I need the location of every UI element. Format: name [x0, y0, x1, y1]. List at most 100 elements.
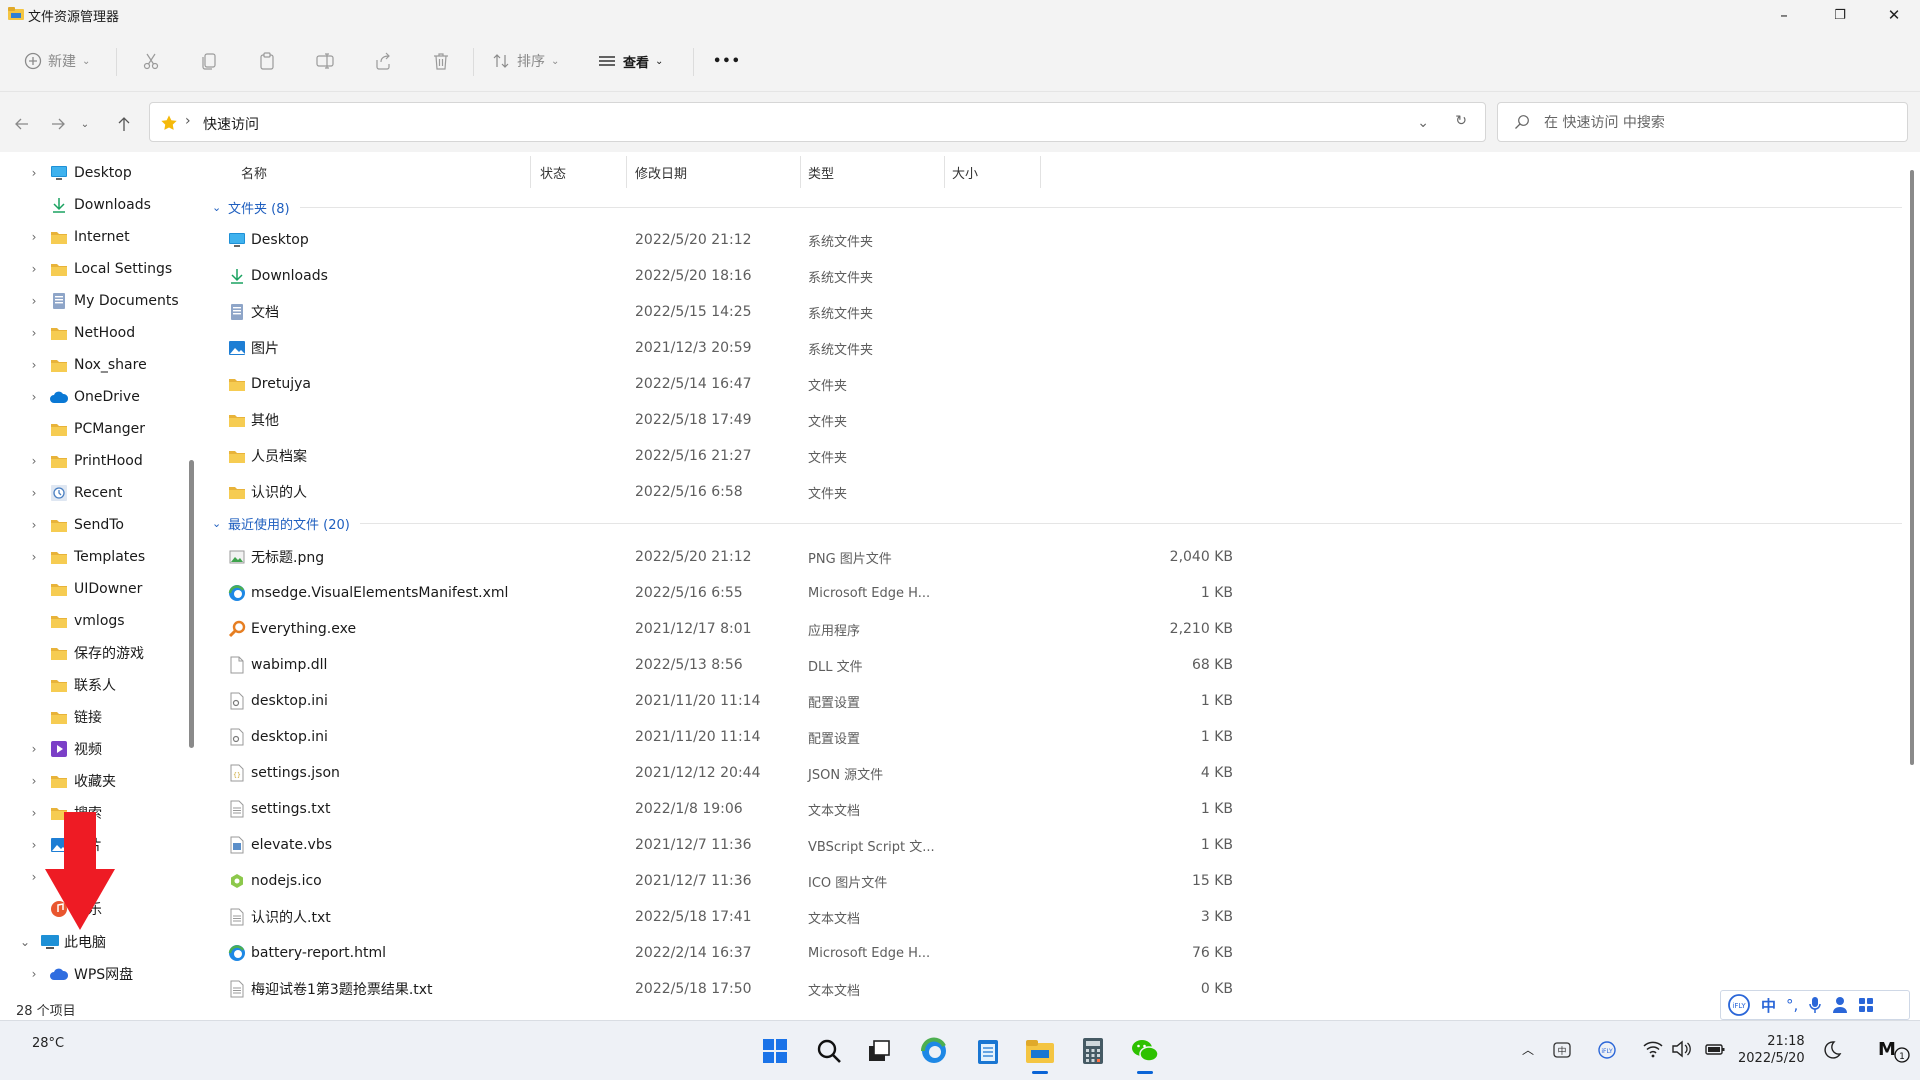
sidebar-item[interactable]: › Nox_share — [0, 349, 190, 381]
ime-tray-icon[interactable]: 中 — [1552, 1040, 1572, 1060]
column-type[interactable]: 类型 — [808, 163, 834, 182]
chevron-right-icon[interactable]: › — [27, 550, 41, 564]
chevron-right-icon[interactable]: › — [27, 518, 41, 532]
file-row[interactable]: 图片 2021/12/3 20:59 系统文件夹 — [200, 330, 1320, 366]
group-header-folders[interactable]: ⌄ 文件夹 (8) — [212, 194, 1902, 220]
calculator-taskbar-button[interactable] — [1077, 1035, 1109, 1067]
file-row[interactable]: msedge.VisualElementsManifest.xml 2022/5/… — [200, 575, 1320, 611]
chevron-right-icon[interactable]: › — [27, 166, 41, 180]
sidebar-item[interactable]: › OneDrive — [0, 381, 190, 413]
up-button[interactable] — [112, 112, 136, 136]
chevron-right-icon[interactable]: › — [27, 390, 41, 404]
rename-button[interactable] — [315, 44, 335, 78]
battery-icon[interactable] — [1704, 1040, 1726, 1058]
edge-taskbar-button[interactable] — [918, 1035, 950, 1067]
show-hidden-icons-button[interactable]: ︿ — [1522, 1041, 1534, 1058]
column-divider[interactable] — [800, 156, 801, 188]
chevron-right-icon[interactable]: › — [27, 967, 41, 981]
search-input[interactable] — [1544, 112, 1884, 134]
chevron-right-icon[interactable]: › — [27, 742, 41, 756]
wifi-icon[interactable] — [1643, 1040, 1663, 1058]
sidebar-item[interactable]: vmlogs — [0, 605, 190, 637]
sidebar-item[interactable]: › Templates — [0, 541, 190, 573]
sidebar-item[interactable]: › PrintHood — [0, 445, 190, 477]
chevron-right-icon[interactable]: › — [27, 486, 41, 500]
file-explorer-taskbar-button[interactable] — [1024, 1035, 1056, 1074]
search-box[interactable] — [1497, 102, 1908, 142]
wechat-taskbar-button[interactable] — [1129, 1035, 1161, 1074]
file-row[interactable]: 梅迎试卷1第3题抢票结果.txt 2022/5/18 17:50 文本文档 0 KB — [200, 971, 1320, 1000]
file-row[interactable]: elevate.vbs 2021/12/7 11:36 VBScript Scrip… — [200, 827, 1320, 863]
file-row[interactable]: settings.txt 2022/1/8 19:06 文本文档 1 KB — [200, 791, 1320, 827]
chevron-right-icon[interactable]: › — [27, 294, 41, 308]
start-button[interactable] — [759, 1035, 791, 1067]
sort-button[interactable]: 排序 ⌄ — [491, 44, 559, 78]
sidebar-item[interactable]: PCManger — [0, 413, 190, 445]
address-bar[interactable]: › 快速访问 ⌄ ↻ — [149, 102, 1486, 142]
cut-button[interactable] — [141, 44, 161, 78]
sidebar-item[interactable]: 链接 — [0, 701, 190, 733]
taskbar-search-button[interactable] — [813, 1035, 845, 1067]
chevron-right-icon[interactable]: › — [27, 358, 41, 372]
chevron-down-icon[interactable]: ⌄ — [18, 935, 32, 949]
notepad-taskbar-button[interactable] — [972, 1035, 1004, 1067]
chevron-right-icon[interactable]: › — [27, 806, 41, 820]
sidebar-item[interactable]: › Desktop — [0, 157, 190, 189]
file-row[interactable]: Everything.exe 2021/12/17 8:01 应用程序 2,210 K… — [200, 611, 1320, 647]
column-divider[interactable] — [1040, 156, 1041, 188]
paste-button[interactable] — [257, 44, 277, 78]
sidebar-item[interactable]: 联系人 — [0, 669, 190, 701]
file-row[interactable]: 人员档案 2022/5/16 21:27 文件夹 — [200, 438, 1320, 474]
iflytek-icon[interactable]: iFLY — [1727, 993, 1751, 1017]
file-row[interactable]: 认识的人.txt 2022/5/18 17:41 文本文档 3 KB — [200, 899, 1320, 935]
file-list-scrollbar[interactable] — [1910, 170, 1914, 765]
ime-language-toggle[interactable]: 中 — [1761, 995, 1776, 1016]
task-view-button[interactable] — [863, 1035, 895, 1067]
weather-widget[interactable]: 28°C — [32, 1036, 64, 1051]
recent-locations-button[interactable]: ⌄ — [78, 112, 92, 136]
file-row[interactable]: desktop.ini 2021/11/20 11:14 配置设置 1 KB — [200, 719, 1320, 755]
delete-button[interactable] — [431, 44, 451, 78]
file-row[interactable]: nodejs.ico 2021/12/7 11:36 ICO 图片文件 15 KB — [200, 863, 1320, 899]
grid-icon[interactable] — [1858, 997, 1874, 1013]
ime-punctuation-toggle[interactable]: °, — [1786, 996, 1798, 1014]
sidebar-item[interactable]: › Recent — [0, 477, 190, 509]
chevron-right-icon[interactable]: › — [27, 230, 41, 244]
sidebar-item[interactable]: › 视频 — [0, 733, 190, 765]
column-name[interactable]: 名称 — [241, 163, 267, 182]
sidebar-item[interactable]: › My Documents — [0, 285, 190, 317]
minimize-button[interactable]: – — [1756, 0, 1812, 30]
group-header-recent[interactable]: ⌄ 最近使用的文件 (20) — [212, 510, 1902, 536]
microphone-icon[interactable] — [1808, 996, 1822, 1014]
chevron-right-icon[interactable]: › — [27, 870, 41, 884]
copy-button[interactable] — [199, 44, 219, 78]
sidebar-item[interactable]: › WPS网盘 — [0, 958, 190, 990]
back-button[interactable] — [10, 112, 34, 136]
file-row[interactable]: desktop.ini 2021/11/20 11:14 配置设置 1 KB — [200, 683, 1320, 719]
new-button[interactable]: 新建 ⌄ — [24, 44, 90, 78]
sidebar-item[interactable]: › Local Settings — [0, 253, 190, 285]
file-row[interactable]: {} settings.json 2021/12/12 20:44 JSON 源文件 4… — [200, 755, 1320, 791]
navigation-scrollbar[interactable] — [189, 460, 194, 748]
volume-icon[interactable] — [1671, 1040, 1691, 1058]
forward-button[interactable] — [46, 112, 70, 136]
chevron-right-icon[interactable]: › — [27, 454, 41, 468]
file-row[interactable]: battery-report.html 2022/2/14 16:37 Micros… — [200, 935, 1320, 971]
sidebar-item[interactable]: › NetHood — [0, 317, 190, 349]
refresh-icon[interactable]: ↻ — [1455, 113, 1467, 129]
sidebar-item[interactable]: › Internet — [0, 221, 190, 253]
view-button[interactable]: 查看 ⌄ — [597, 44, 663, 78]
address-dropdown-icon[interactable]: ⌄ — [1417, 115, 1429, 131]
column-date[interactable]: 修改日期 — [635, 163, 687, 182]
file-row[interactable]: 无标题.png 2022/5/20 21:12 PNG 图片文件 2,040 KB — [200, 539, 1320, 575]
sidebar-item[interactable]: › 收藏夹 — [0, 765, 190, 797]
user-icon[interactable] — [1832, 996, 1848, 1014]
file-row[interactable]: Desktop 2022/5/20 21:12 系统文件夹 — [200, 222, 1320, 258]
chevron-right-icon[interactable]: › — [27, 838, 41, 852]
close-button[interactable]: ✕ — [1866, 0, 1920, 30]
notification-icon[interactable]: M1 — [1876, 1035, 1910, 1065]
more-options-button[interactable]: ••• — [713, 44, 741, 78]
share-button[interactable] — [373, 44, 393, 78]
sidebar-item[interactable]: UIDowner — [0, 573, 190, 605]
iflytek-tray-icon[interactable]: iFLY — [1597, 1040, 1617, 1060]
